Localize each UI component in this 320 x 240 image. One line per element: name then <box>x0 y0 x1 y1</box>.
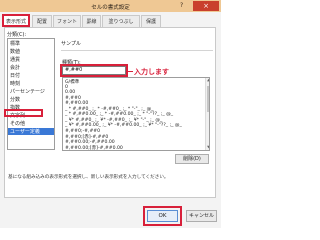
scroll-down-icon[interactable]: ▼ <box>206 145 209 150</box>
category-item-percentage[interactable]: パーセンテージ <box>10 88 45 95</box>
category-item-date[interactable]: 日付 <box>10 72 20 79</box>
close-icon[interactable]: × <box>193 1 219 11</box>
format-item[interactable]: #,##0 <box>65 96 81 101</box>
scroll-up-icon[interactable]: ▲ <box>206 78 209 83</box>
format-item[interactable]: 0 <box>65 85 68 90</box>
category-item-special[interactable]: その他 <box>10 120 25 127</box>
type-input-highlight <box>60 64 128 77</box>
title-bar: セルの書式設定 ? × <box>0 0 221 12</box>
category-list[interactable]: 標準 数値 通貨 会計 日付 時刻 パーセンテージ 分数 指数 文字列 その他 … <box>7 38 55 150</box>
format-list-scrollbar[interactable]: ▲ ▼ <box>205 78 209 150</box>
format-item[interactable]: #,##0;-#,##0 <box>65 129 100 134</box>
callout-connector <box>128 71 133 72</box>
custom-category-highlight <box>4 109 43 117</box>
scroll-thumb[interactable] <box>207 86 209 112</box>
category-item-general[interactable]: 標準 <box>10 40 20 47</box>
format-code-list[interactable]: G/標準 0 0.00 #,##0 #,##0.00 _ * #,##0_ ;_… <box>62 77 210 151</box>
format-item[interactable]: _ ¥* #,##0.00_ ;_ ¥* -#,##0.00_ ;_ ¥* "-… <box>65 123 182 128</box>
category-item-custom[interactable]: ユーザー定義 <box>8 128 54 135</box>
format-item[interactable]: #,##0.00;[赤]-#,##0.00 <box>65 145 123 150</box>
category-item-fraction[interactable]: 分数 <box>10 96 20 103</box>
format-item[interactable]: 0.00 <box>65 90 75 95</box>
cancel-button[interactable]: キャンセル <box>186 210 217 222</box>
sample-divider <box>61 50 213 51</box>
format-item[interactable]: #,##0.00;-#,##0.00 <box>65 140 115 145</box>
category-item-currency[interactable]: 通貨 <box>10 56 20 63</box>
delete-button[interactable]: 削除(D) <box>175 154 209 164</box>
format-item[interactable]: _ * #,##0.00_ ;_ * -#,##0.00_ ;_ * "-"??… <box>65 112 173 117</box>
tab-alignment[interactable]: 配置 <box>32 15 52 27</box>
ok-button-highlight <box>143 206 182 226</box>
category-item-number[interactable]: 数値 <box>10 48 20 55</box>
format-item[interactable]: _ ¥* #,##0_ ;_ ¥* -#,##0_ ;_ ¥* "-"_ ;_ … <box>65 118 162 123</box>
instruction-text: 基になる組み込みの表示形式を選択し、新しい表示形式を入力してください。 <box>8 175 169 180</box>
format-item[interactable]: _ * #,##0_ ;_ * -#,##0_ ;_ * "-"_ ;_ @_ <box>65 107 154 112</box>
category-item-time[interactable]: 時刻 <box>10 80 20 87</box>
help-icon[interactable]: ? <box>180 2 183 9</box>
tab-fill[interactable]: 塗りつぶし <box>102 15 140 27</box>
tab-border[interactable]: 罫線 <box>82 15 101 27</box>
format-item[interactable]: #,##0.00 <box>65 101 88 106</box>
sample-label: サンプル <box>61 41 81 47</box>
tab-protection[interactable]: 保護 <box>141 15 161 27</box>
dialog-title: セルの書式設定 <box>91 5 130 11</box>
category-label: 分類(C): <box>7 32 27 38</box>
callout-text: 入力します <box>134 68 169 76</box>
tab-font[interactable]: フォント <box>53 15 81 27</box>
category-item-accounting[interactable]: 会計 <box>10 64 20 71</box>
tab-number-format[interactable]: 表示形式 <box>2 14 30 27</box>
